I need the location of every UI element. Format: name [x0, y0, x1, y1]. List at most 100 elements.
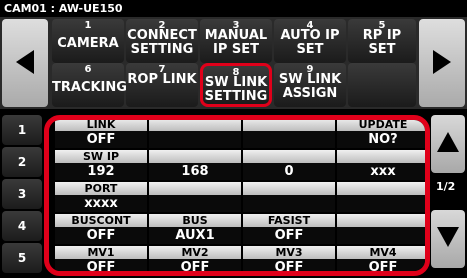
cell-value: xxx [337, 163, 425, 180]
cell-value: 168 [149, 163, 241, 180]
page-down-button[interactable] [431, 210, 465, 268]
cell-value: OFF [243, 259, 335, 271]
cell-header: MV3 [243, 246, 335, 259]
empty-cell [337, 214, 425, 244]
empty-cell [243, 182, 335, 212]
page-indicator: 1/2 [436, 180, 456, 193]
cell-header: MV1 [55, 246, 147, 259]
row-4-button[interactable]: 4 [2, 211, 42, 241]
mv3-cell[interactable]: MV3 OFF [243, 246, 335, 271]
mv2-cell[interactable]: MV2 OFF [149, 246, 241, 271]
menu-label: ROP LINK [127, 72, 197, 87]
cell-header: MV4 [337, 246, 425, 259]
sw-ip-octet-1-cell[interactable]: SW IP 192 [55, 150, 147, 180]
cell-header: MV2 [149, 246, 241, 259]
menu-label: TRACKING [52, 80, 127, 95]
cell-header: SW IP [55, 150, 147, 163]
page-up-button[interactable] [431, 115, 465, 173]
cell-value: OFF [149, 259, 241, 271]
left-arrow-icon [16, 50, 34, 74]
menu-connect-setting-button[interactable]: 2 CONNECT SETTING [126, 19, 198, 63]
cell-header: PORT [55, 182, 147, 195]
link-cell[interactable]: LINK OFF [55, 120, 147, 148]
cell-header [243, 150, 335, 163]
menu-sw-link-setting-button[interactable]: 8 SW LINK SETTING [200, 63, 272, 107]
menu-num: 6 [84, 64, 92, 75]
menu-manual-ip-set-button[interactable]: 3 MANUAL IP SET [200, 19, 272, 63]
cell-header: LINK [55, 120, 147, 131]
settings-row: PORT xxxx [55, 182, 425, 212]
cell-value: OFF [55, 227, 147, 244]
cell-header [337, 150, 425, 163]
cell-value: OFF [243, 227, 335, 244]
cell-value: OFF [55, 259, 147, 271]
menu-next-button[interactable] [419, 19, 465, 107]
port-cell[interactable]: PORT xxxx [55, 182, 147, 212]
settings-row: MV1 OFF MV2 OFF MV3 OFF MV4 OFF [55, 246, 425, 271]
cell-value: OFF [55, 131, 147, 148]
right-arrow-icon [433, 50, 451, 74]
menu-prev-button[interactable] [2, 19, 48, 107]
down-arrow-icon [437, 227, 459, 247]
menu-rp-ip-set-button[interactable]: 5 RP IP SET [348, 19, 416, 63]
cell-header: BUS [149, 214, 241, 227]
menu-label: SW LINK ASSIGN [278, 72, 342, 101]
row-2-button[interactable]: 2 [2, 147, 42, 177]
cell-value: xxxx [55, 195, 147, 212]
menu-tracking-button[interactable]: 6 TRACKING [52, 63, 127, 107]
menu-rop-link-button[interactable]: 7 ROP LINK [126, 63, 198, 107]
menu-sw-link-assign-button[interactable]: 9 SW LINK ASSIGN [274, 63, 346, 107]
row-3-button[interactable]: 3 [2, 179, 42, 209]
mv4-cell[interactable]: MV4 OFF [337, 246, 425, 271]
cell-value: OFF [337, 259, 425, 271]
settings-row: LINK OFF UPDATE NO? [55, 120, 425, 148]
menu-label: RP IP SET [362, 28, 402, 57]
menu-num: 1 [84, 20, 92, 31]
cell-value [243, 131, 335, 148]
cell-header [337, 214, 425, 227]
cell-value [337, 227, 425, 244]
empty-cell [337, 182, 425, 212]
menu-label: CAMERA [57, 36, 119, 51]
sw-ip-octet-2-cell[interactable]: 168 [149, 150, 241, 180]
cell-header: UPDATE [337, 120, 425, 131]
update-cell[interactable]: UPDATE NO? [337, 120, 425, 148]
menu-bar: 1 CAMERA 2 CONNECT SETTING 3 MANUAL IP S… [0, 17, 467, 109]
menu-auto-ip-set-button[interactable]: 4 AUTO IP SET [274, 19, 346, 63]
window-title: CAM01 : AW-UE150 [0, 0, 467, 17]
sw-link-settings-panel: LINK OFF UPDATE NO? SW IP 192 168 0 xxx POR… [44, 115, 430, 276]
cell-value: AUX1 [149, 227, 241, 244]
cell-header [149, 182, 241, 195]
row-5-button[interactable]: 5 [2, 243, 42, 273]
cell-header [243, 182, 335, 195]
bus-cell[interactable]: BUS AUX1 [149, 214, 241, 244]
cell-header [337, 182, 425, 195]
cell-value [149, 131, 241, 148]
menu-label: AUTO IP SET [280, 28, 340, 57]
cell-header [243, 120, 335, 131]
empty-cell [149, 182, 241, 212]
menu-empty-button[interactable] [348, 63, 416, 107]
fasist-cell[interactable]: FASIST OFF [243, 214, 335, 244]
cell-value: 192 [55, 163, 147, 180]
mv1-cell[interactable]: MV1 OFF [55, 246, 147, 271]
cell-value [149, 195, 241, 212]
menu-label: SW LINK SETTING [204, 75, 268, 104]
sw-ip-octet-4-cell[interactable]: xxx [337, 150, 425, 180]
buscont-cell[interactable]: BUSCONT OFF [55, 214, 147, 244]
cell-value [337, 195, 425, 212]
cell-header [149, 150, 241, 163]
up-arrow-icon [437, 132, 459, 152]
menu-camera-button[interactable]: 1 CAMERA [52, 19, 124, 63]
sw-ip-octet-3-cell[interactable]: 0 [243, 150, 335, 180]
cell-header: BUSCONT [55, 214, 147, 227]
row-1-button[interactable]: 1 [2, 115, 42, 145]
settings-row: SW IP 192 168 0 xxx [55, 150, 425, 180]
menu-label: CONNECT SETTING [127, 28, 197, 57]
empty-cell [149, 120, 241, 148]
settings-row: BUSCONT OFF BUS AUX1 FASIST OFF [55, 214, 425, 244]
cell-header: FASIST [243, 214, 335, 227]
cell-value [243, 195, 335, 212]
cell-header [149, 120, 241, 131]
cell-value: NO? [337, 131, 425, 148]
